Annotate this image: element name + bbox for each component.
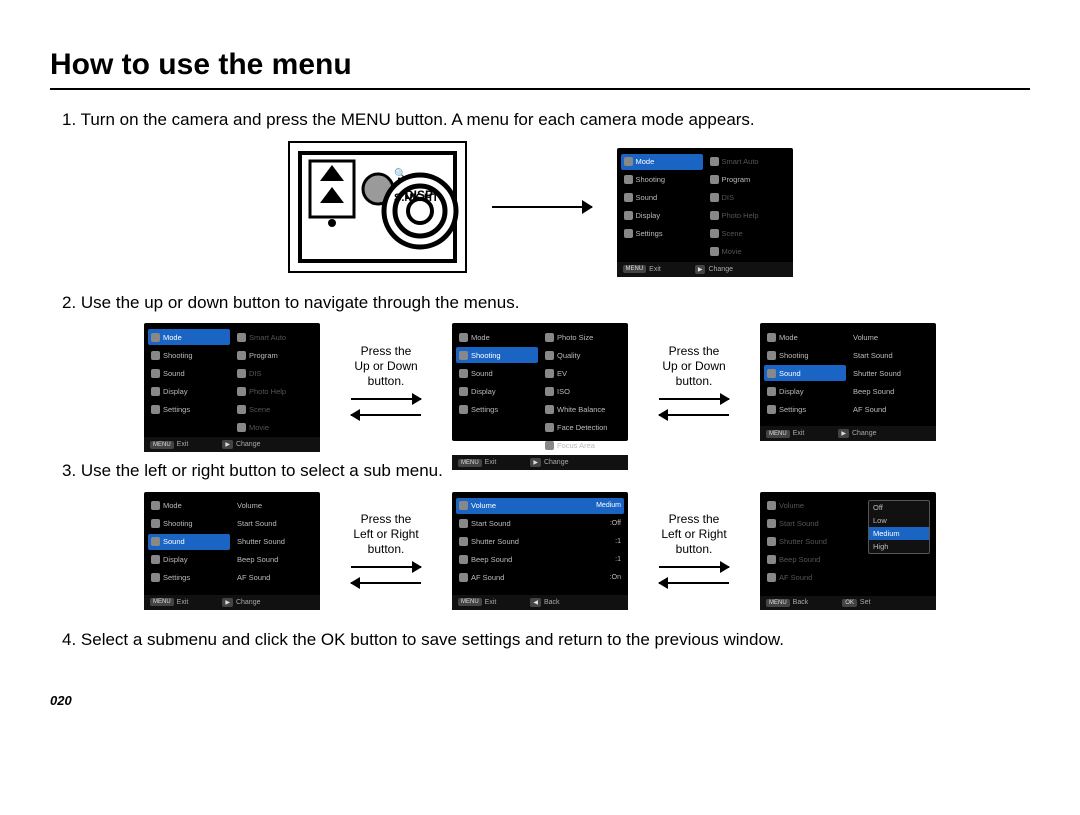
snight-label: S.NIGHT [394,192,439,204]
menu-display: Display [621,208,703,224]
option-low: Low [869,514,929,527]
display-icon [624,211,633,220]
menu-screen-mode: Mode Shooting Sound Display Settings Sma… [617,148,793,266]
arrow-right-icon [492,200,592,214]
menu-shooting: Shooting [621,172,703,188]
hand-icon [710,193,719,202]
updown-caption-1: Press the Up or Down button. [340,344,432,421]
arrow-left-icon [659,577,729,589]
menu-settings: Settings [621,226,703,242]
menu-mode: Mode [621,154,703,170]
mode-photohelp: Photo Help [707,208,789,224]
option-off: Off [869,501,929,514]
step2-figure: Mode Shooting Sound Display Settings Sma… [50,323,1030,441]
arrow-right-icon [351,393,421,405]
scene-icon [710,229,719,238]
volume-options: Off Low Medium High [868,500,930,554]
lr-caption-1: Press the Left or Right button. [340,512,432,589]
step-4: 4. Select a submenu and click the OK but… [62,628,1030,653]
page-number: 020 [50,693,1030,708]
step1-figure: 🔍 DISP q S.NIGHT Mode Shooting Sound Dis… [50,141,1030,273]
step-1: 1. Turn on the camera and press the MENU… [62,108,1030,133]
mode-smart: Smart Auto [707,154,789,170]
menu-screen-shooting: Mode Shooting Sound Display Settings Pho… [452,323,628,441]
arrow-right-icon [351,561,421,573]
camera-icon [710,157,719,166]
option-medium: Medium [869,527,929,540]
help-icon [710,211,719,220]
menu-screen-sound-2: Mode Shooting Sound Display Settings Vol… [144,492,320,610]
menu-screen-sound: Mode Shooting Sound Display Settings Vol… [760,323,936,441]
arrow-1 [487,200,597,214]
footer-bar: MENUExit ▶Change [617,262,793,277]
arrow-left-icon [351,577,421,589]
updown-caption-2: Press the Up or Down button. [648,344,740,421]
camera-icon [710,175,719,184]
mode-movie: Movie [707,244,789,260]
camera-icon [624,175,633,184]
menu-sound: Sound [621,190,703,206]
arrow-right-icon [659,561,729,573]
camera-illustration: 🔍 DISP q S.NIGHT [288,141,467,273]
step-2: 2. Use the up or down button to navigate… [62,291,1030,316]
arrow-right-icon [659,393,729,405]
movie-icon [710,247,719,256]
lr-caption-2: Press the Left or Right button. [648,512,740,589]
mode-scene: Scene [707,226,789,242]
speaker-icon [624,193,633,202]
arrow-left-icon [351,409,421,421]
menu-screen-volume-options: Volume Start Sound Shutter Sound Beep So… [760,492,936,610]
step3-figure: Mode Shooting Sound Display Settings Vol… [50,492,1030,610]
page-title: How to use the menu [50,48,1030,90]
arrow-left-icon [659,409,729,421]
manual-page: How to use the menu 1. Turn on the camer… [0,0,1080,736]
mode-program: Program [707,172,789,188]
camera-icon [624,157,633,166]
gear-icon [624,229,633,238]
menu-screen-volume: VolumeMedium Start Sound:Off Shutter Sou… [452,492,628,610]
menu-screen-mode-2: Mode Shooting Sound Display Settings Sma… [144,323,320,441]
mode-dis: DIS [707,190,789,206]
option-high: High [869,540,929,553]
